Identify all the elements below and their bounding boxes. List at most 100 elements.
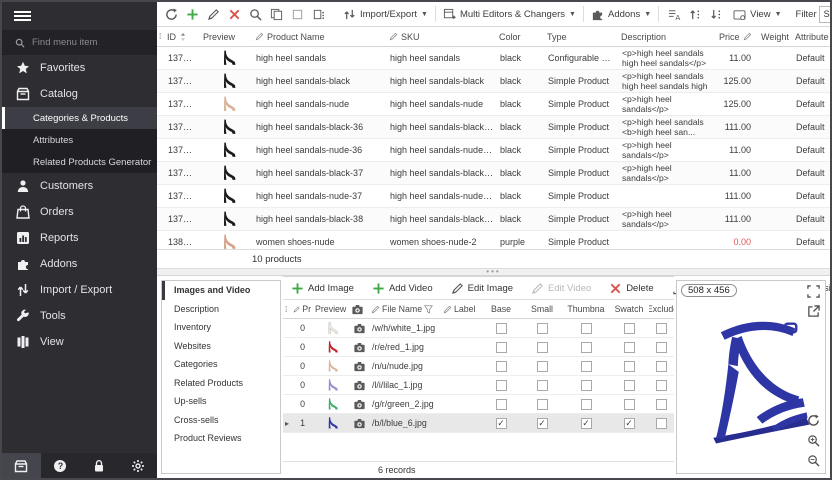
sidebar-item-orders[interactable]: Orders [2, 199, 157, 225]
gear-icon[interactable] [118, 453, 157, 478]
zoom-in-icon[interactable] [807, 434, 822, 449]
small-checkbox[interactable] [537, 342, 548, 353]
column-header-preview[interactable]: Preview [201, 32, 253, 42]
tab-up-sells[interactable]: Up-sells [162, 392, 280, 411]
add-image-button[interactable]: Add Image [287, 280, 358, 297]
add-button[interactable] [182, 6, 203, 23]
thumbnail-checkbox[interactable] [581, 399, 592, 410]
sidebar-item-catalog[interactable]: Catalog [2, 81, 157, 107]
swatch-checkbox[interactable] [624, 342, 635, 353]
paste-button[interactable] [287, 6, 308, 23]
image-column-header-pr[interactable]: Pr [291, 304, 313, 314]
image-row[interactable]: 0/r/e/red_1.jpg [283, 338, 674, 357]
open-external-icon[interactable] [807, 305, 822, 320]
table-row[interactable]: 13732high heel sandals-blackhigh heel sa… [157, 70, 830, 93]
addons-menu-button[interactable]: Addons▼ [587, 6, 655, 23]
category-filter-select[interactable]: Show products from selected categories [819, 6, 832, 23]
refresh-button[interactable] [161, 6, 182, 23]
thumbnail-checkbox[interactable] [581, 380, 592, 391]
tab-related-products[interactable]: Related Products [162, 374, 280, 393]
sidebar-subitem-categories-products[interactable]: Categories & Products [2, 107, 157, 129]
swatch-checkbox[interactable]: ✓ [624, 418, 635, 429]
table-row[interactable]: 13817women shoes-nudewomen shoes-nude-2p… [157, 231, 830, 249]
collapse-rows-button[interactable] [706, 6, 727, 23]
base-checkbox[interactable]: ✓ [496, 418, 507, 429]
tab-product-reviews[interactable]: Product Reviews [162, 429, 280, 448]
column-header-id[interactable]: ID [165, 32, 201, 42]
exclude-checkbox[interactable] [656, 361, 667, 372]
horizontal-splitter[interactable]: ••• [157, 269, 830, 276]
image-row[interactable]: 0/l/i/lilac_1.jpg [283, 376, 674, 395]
base-checkbox[interactable] [496, 323, 507, 334]
small-checkbox[interactable] [537, 323, 548, 334]
multi-editors-changers-menu-button[interactable]: Multi Editors & Changers▼ [439, 6, 580, 23]
base-checkbox[interactable] [496, 399, 507, 410]
column-header-color[interactable]: Color [497, 32, 545, 42]
table-row[interactable]: 13740high heel sandals-black-38high heel… [157, 208, 830, 231]
lock-icon[interactable] [80, 453, 119, 478]
expand-rows-button[interactable] [685, 6, 706, 23]
small-checkbox[interactable] [537, 361, 548, 372]
sidebar-item-import-export[interactable]: Import / Export [2, 277, 157, 303]
exclude-checkbox[interactable] [656, 323, 667, 334]
image-column-header-label[interactable]: Label [441, 304, 481, 314]
exclude-checkbox[interactable] [656, 342, 667, 353]
copy-button[interactable] [266, 6, 287, 23]
exclude-checkbox[interactable] [656, 418, 667, 429]
image-row[interactable]: 0/w/h/white_1.jpg [283, 319, 674, 338]
tab-images-and-video[interactable]: Images and Video [162, 281, 280, 300]
table-row[interactable]: 13737high heel sandals-nude-36high heel … [157, 139, 830, 162]
image-column-header-camera[interactable] [349, 303, 369, 316]
tab-websites[interactable]: Websites [162, 337, 280, 356]
sidebar-item-view[interactable]: View [2, 329, 157, 355]
zoom-out-icon[interactable] [807, 454, 822, 469]
edit-image-button[interactable]: Edit Image [447, 280, 517, 297]
sidebar-search[interactable]: Find menu item [2, 30, 157, 55]
sidebar-item-favorites[interactable]: Favorites [2, 55, 157, 81]
column-header-price[interactable]: Price [717, 32, 759, 42]
sidebar-item-addons[interactable]: Addons [2, 251, 157, 277]
paste-special-button[interactable] [308, 6, 329, 23]
column-header-description[interactable]: Description [619, 32, 717, 42]
image-column-header-exclude[interactable]: Exclude [649, 304, 674, 314]
small-checkbox[interactable]: ✓ [537, 418, 548, 429]
exclude-checkbox[interactable] [656, 399, 667, 410]
base-checkbox[interactable] [496, 380, 507, 391]
sidebar-item-customers[interactable]: Customers [2, 173, 157, 199]
add-video-button[interactable]: Add Video [368, 280, 437, 297]
image-column-header-swatch[interactable]: Swatch [609, 304, 649, 314]
image-column-header-small[interactable]: Small [521, 304, 563, 314]
swatch-checkbox[interactable] [624, 399, 635, 410]
delete-button[interactable]: Delete [605, 280, 657, 297]
small-checkbox[interactable] [537, 380, 548, 391]
tab-description[interactable]: Description [162, 300, 280, 319]
image-column-header-file-name[interactable]: File Name [369, 304, 441, 314]
rotate-icon[interactable] [807, 414, 822, 429]
swatch-checkbox[interactable] [624, 380, 635, 391]
column-header-attribute-set-name[interactable]: Attribute Set Name [793, 32, 830, 42]
image-column-header-base[interactable]: Base [481, 304, 521, 314]
view-menu-button[interactable]: View▼ [729, 7, 785, 22]
thumbnail-checkbox[interactable] [581, 342, 592, 353]
store-icon[interactable] [2, 453, 41, 478]
thumbnail-checkbox[interactable] [581, 323, 592, 334]
edit-button[interactable] [203, 6, 224, 23]
table-row[interactable]: 13739high heel sandals-nude-37high heel … [157, 185, 830, 208]
column-header-type[interactable]: Type [545, 32, 619, 42]
sidebar-subitem-related-products-generator[interactable]: Related Products Generator [2, 151, 157, 173]
table-row[interactable]: 13731high heel sandalshigh heel sandalsb… [157, 47, 830, 70]
base-checkbox[interactable] [496, 342, 507, 353]
image-column-header-preview[interactable]: Preview [313, 304, 349, 314]
sidebar-item-tools[interactable]: Tools [2, 303, 157, 329]
search-button[interactable] [245, 6, 266, 23]
tab-cross-sells[interactable]: Cross-sells [162, 411, 280, 430]
base-checkbox[interactable] [496, 361, 507, 372]
fullscreen-icon[interactable] [807, 285, 822, 300]
sidebar-item-reports[interactable]: Reports [2, 225, 157, 251]
import-export-menu-button[interactable]: Import/Export▼ [339, 6, 432, 23]
image-row[interactable]: 0/n/u/nude.jpg [283, 357, 674, 376]
image-column-header-thumbna[interactable]: Thumbna [563, 304, 609, 314]
delete-button[interactable] [224, 6, 245, 23]
column-header-sku[interactable]: SKU [387, 32, 497, 42]
hamburger-menu-button[interactable] [2, 2, 157, 30]
